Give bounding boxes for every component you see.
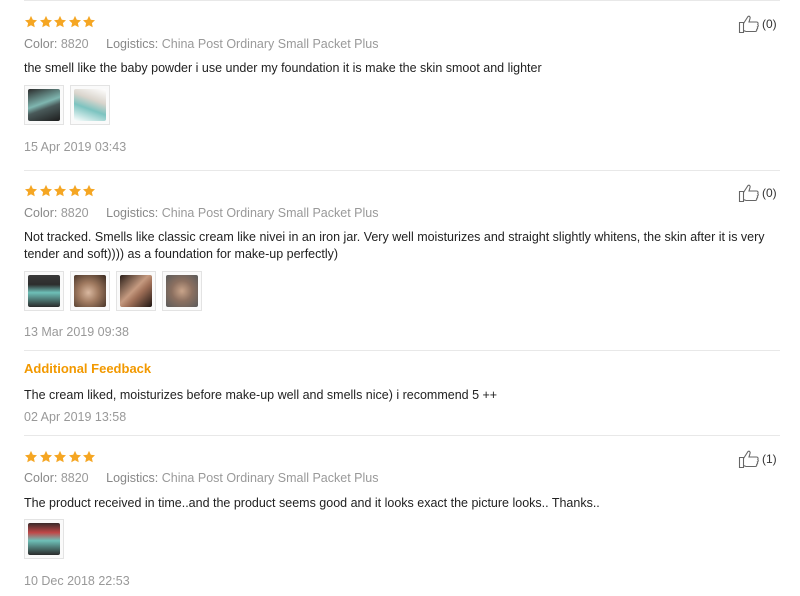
color-label: Color: <box>24 471 58 485</box>
review-divider <box>24 350 780 351</box>
additional-feedback-date: 02 Apr 2019 13:58 <box>24 410 127 424</box>
logistics-value: China Post Ordinary Small Packet Plus <box>161 206 379 220</box>
review-photo[interactable] <box>116 271 156 311</box>
logistics-value: China Post Ordinary Small Packet Plus <box>161 37 379 51</box>
star-icon <box>24 15 39 29</box>
review-photos <box>24 85 110 125</box>
review-photo[interactable] <box>24 85 64 125</box>
review-text: Not tracked. Smells like classic cream l… <box>24 230 765 261</box>
review-text: the smell like the baby powder i use und… <box>24 61 542 75</box>
review-photo[interactable] <box>70 85 110 125</box>
review-date: 15 Apr 2019 03:43 <box>24 140 127 154</box>
review-meta: Color: 8820 Logistics: China Post Ordina… <box>24 37 378 51</box>
star-rating <box>24 15 97 31</box>
star-icon <box>68 184 83 198</box>
color-value: 8820 <box>60 206 89 220</box>
star-icon <box>82 450 97 464</box>
review-photos <box>24 271 202 311</box>
star-icon <box>39 184 54 198</box>
star-rating <box>24 450 97 466</box>
star-icon <box>53 450 68 464</box>
color-label: Color: <box>24 37 58 51</box>
helpful-button[interactable]: (0) <box>738 14 777 34</box>
color-value: 8820 <box>60 37 89 51</box>
thumbs-up-icon <box>738 14 760 34</box>
color-label: Color: <box>24 206 58 220</box>
review-meta: Color: 8820 Logistics: China Post Ordina… <box>24 206 378 220</box>
review-item: (1) Color: 8820 Logistics: China Post Or… <box>24 435 780 596</box>
star-icon <box>53 15 68 29</box>
helpful-button[interactable]: (1) <box>738 449 777 469</box>
logistics-value: China Post Ordinary Small Packet Plus <box>161 471 379 485</box>
review-photo[interactable] <box>162 271 202 311</box>
helpful-count: (0) <box>762 17 777 31</box>
review-text: The product received in time..and the pr… <box>24 496 600 510</box>
review-photo[interactable] <box>24 271 64 311</box>
star-icon <box>82 15 97 29</box>
thumbs-up-icon <box>738 449 760 469</box>
logistics-label: Logistics: <box>106 471 159 485</box>
star-icon <box>82 184 97 198</box>
star-icon <box>39 15 54 29</box>
thumbs-up-icon <box>738 183 760 203</box>
helpful-button[interactable]: (0) <box>738 183 777 203</box>
star-icon <box>24 450 39 464</box>
helpful-count: (0) <box>762 186 777 200</box>
star-icon <box>68 450 83 464</box>
star-icon <box>39 450 54 464</box>
logistics-label: Logistics: <box>106 37 159 51</box>
review-photo[interactable] <box>24 519 64 559</box>
additional-feedback-text: The cream liked, moisturizes before make… <box>24 388 498 402</box>
color-value: 8820 <box>60 471 89 485</box>
helpful-count: (1) <box>762 452 777 466</box>
review-photo[interactable] <box>70 271 110 311</box>
review-item: (0) Color: 8820 Logistics: China Post Or… <box>24 0 780 170</box>
star-icon <box>53 184 68 198</box>
review-photos <box>24 519 64 559</box>
review-meta: Color: 8820 Logistics: China Post Ordina… <box>24 471 378 485</box>
star-rating <box>24 184 97 200</box>
star-icon <box>24 184 39 198</box>
star-icon <box>68 15 83 29</box>
additional-feedback-title: Additional Feedback <box>24 361 152 376</box>
review-item: (0) Color: 8820 Logistics: China Post Or… <box>24 170 780 435</box>
review-date: 13 Mar 2019 09:38 <box>24 325 129 339</box>
logistics-label: Logistics: <box>106 206 159 220</box>
review-date: 10 Dec 2018 22:53 <box>24 574 130 588</box>
